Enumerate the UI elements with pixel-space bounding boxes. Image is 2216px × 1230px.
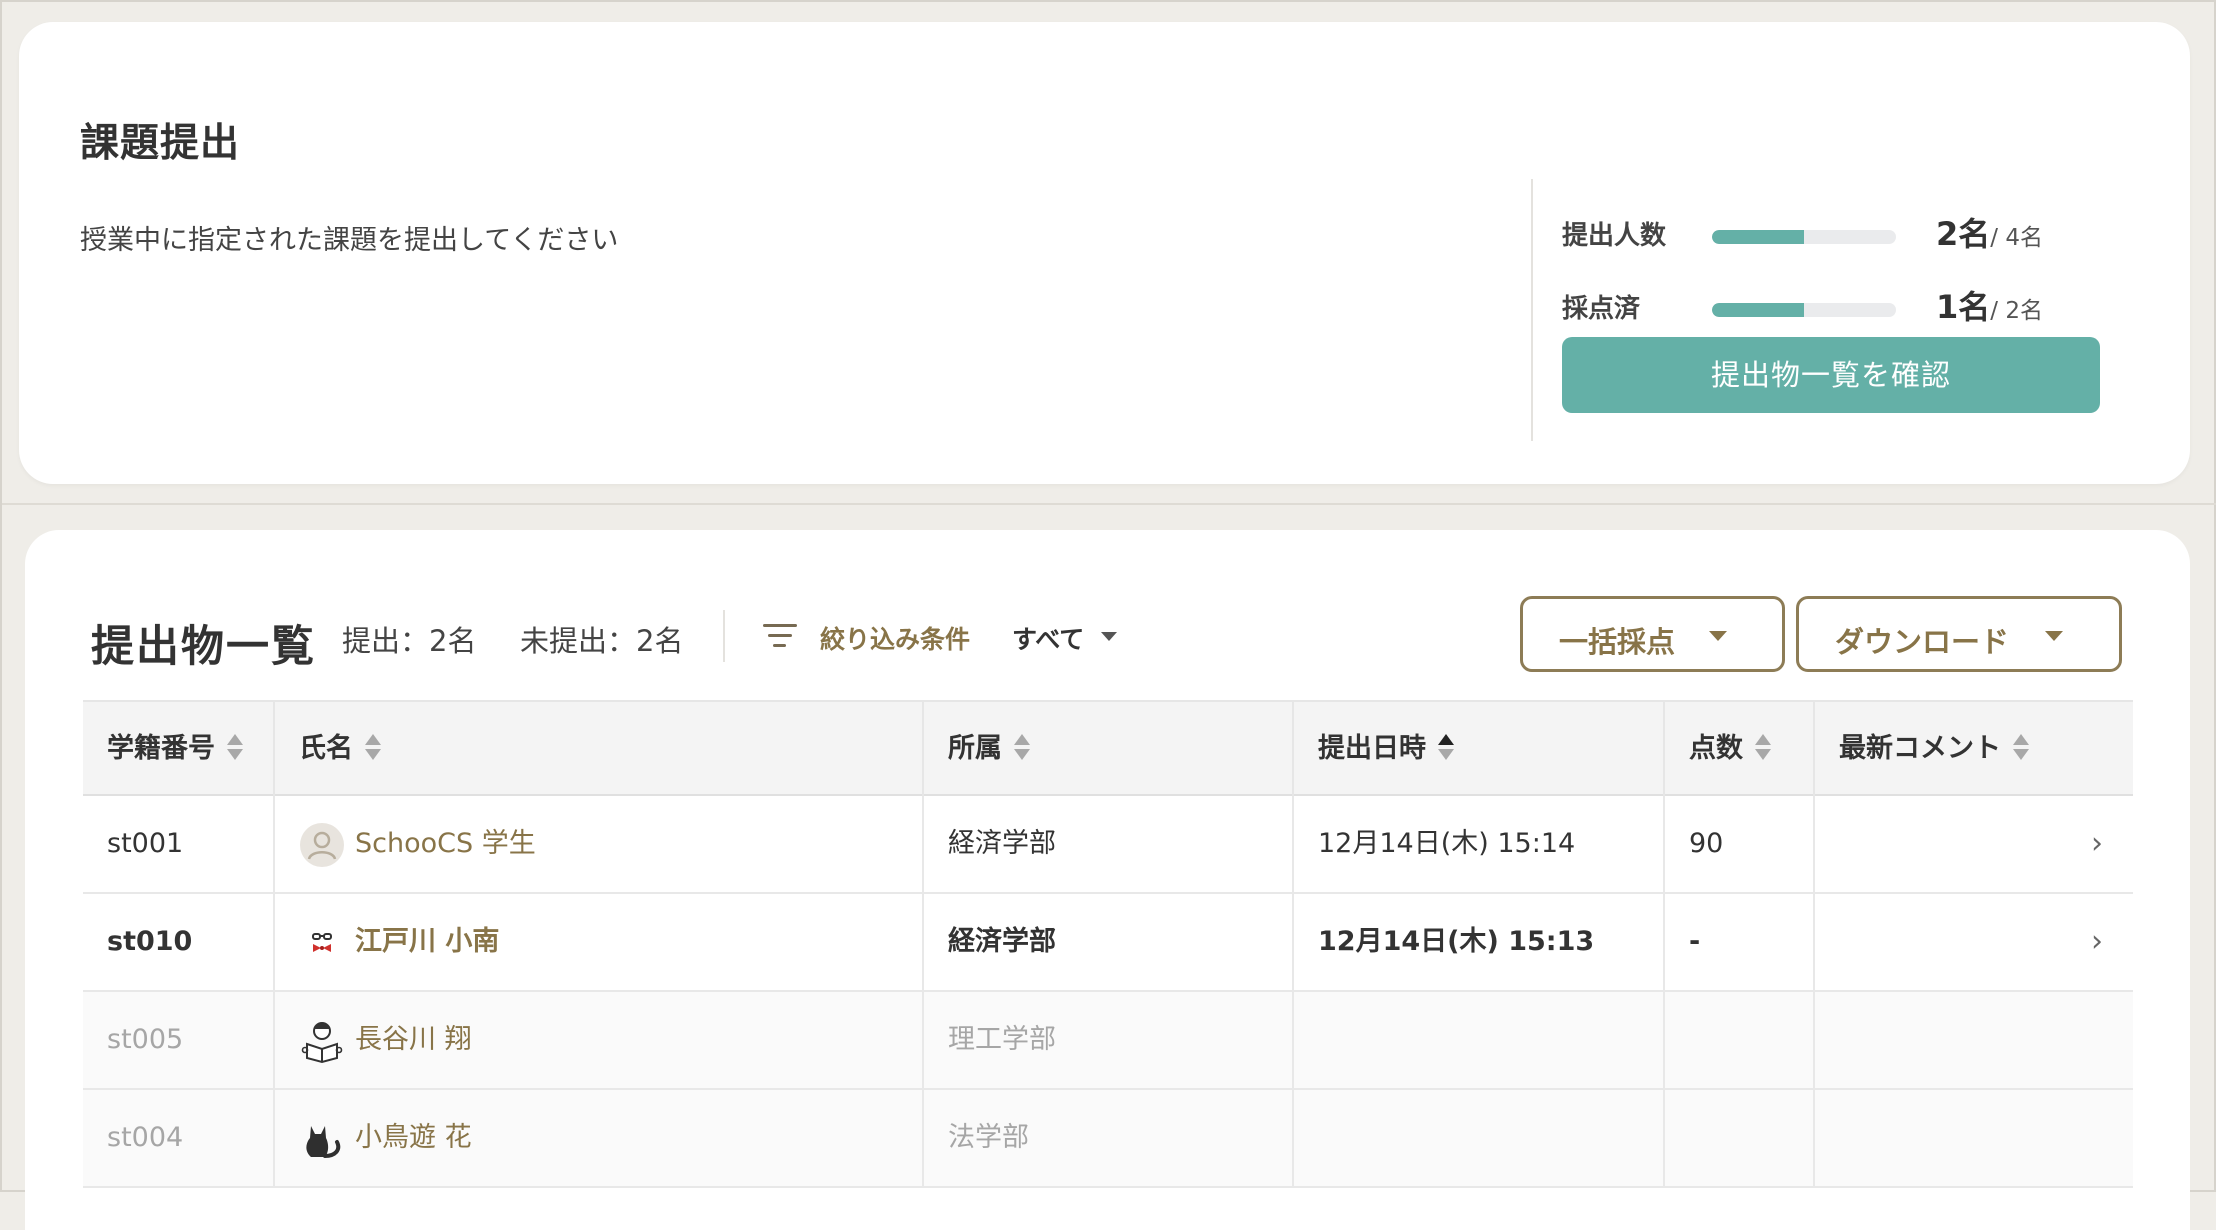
chevron-down-icon[interactable] xyxy=(1101,632,1117,641)
default-avatar-icon xyxy=(300,823,344,867)
sort-icon[interactable] xyxy=(1438,732,1456,762)
column-header-latest-comment[interactable]: 最新コメント xyxy=(1815,702,2133,796)
cell-submitted-at: 12月14日(木) 15:13 xyxy=(1294,894,1665,990)
column-label: 点数 xyxy=(1689,733,1743,764)
stat-progress-bar xyxy=(1712,303,1896,317)
stat-label: 採点済 xyxy=(1562,294,1641,324)
column-label: 提出日時 xyxy=(1318,733,1426,764)
cell-student-id: st001 xyxy=(83,796,275,892)
cell-latest-comment xyxy=(1815,1090,2133,1186)
student-name-link[interactable]: 江戸川 小南 xyxy=(355,894,499,990)
student-name-link[interactable]: 長谷川 翔 xyxy=(355,992,472,1088)
chevron-right-icon[interactable]: › xyxy=(2091,796,2103,892)
chevron-right-icon[interactable]: › xyxy=(2091,894,2103,990)
cell-submitted-at: 12月14日(木) 15:14 xyxy=(1294,796,1665,892)
header-divider xyxy=(723,610,725,662)
column-header-name[interactable]: 氏名 xyxy=(275,702,924,796)
confirm-submissions-button[interactable]: 提出物一覧を確認 xyxy=(1562,337,2100,413)
table-header: 学籍番号 氏名 所属 提出日時 点数 最新コメント xyxy=(83,700,2133,796)
table-row[interactable]: st010 江戸川 小南 経済学部 12月14日(木) 15:13 - › xyxy=(83,894,2133,992)
cell-student-id: st005 xyxy=(83,992,275,1088)
cell-student-id: st004 xyxy=(83,1090,275,1186)
cell-name: 小鳥遊 花 xyxy=(275,1090,924,1186)
cell-latest-comment xyxy=(1815,992,2133,1088)
bulk-grade-button[interactable]: 一括採点 xyxy=(1520,596,1785,672)
column-label: 所属 xyxy=(948,733,1002,764)
stat-graded: 採点済 1名/ 2名 xyxy=(1562,288,2062,328)
stat-count-value: 2名 xyxy=(1936,215,1991,253)
stat-count: 1名/ 2名 xyxy=(1936,282,2043,328)
submissions-title: 提出物一覧 xyxy=(91,622,316,672)
submissions-header: 提出物一覧 提出：2名 未提出：2名 絞り込み条件 すべて 一括採点 ダウンロー… xyxy=(25,530,2190,680)
stat-submitted: 提出人数 2名/ 4名 xyxy=(1562,215,2062,255)
bulk-grade-label: 一括採点 xyxy=(1559,625,1676,659)
cell-submitted-at xyxy=(1294,992,1665,1088)
sort-icon[interactable] xyxy=(365,732,383,762)
column-header-submitted-at[interactable]: 提出日時 xyxy=(1294,702,1665,796)
stat-progress-fill xyxy=(1712,230,1804,244)
download-button[interactable]: ダウンロード xyxy=(1796,596,2122,672)
cell-score: 90 xyxy=(1665,796,1815,892)
column-label: 最新コメント xyxy=(1839,733,2001,764)
download-label: ダウンロード xyxy=(1835,625,2010,659)
table-row[interactable]: st001 SchooCS 学生 経済学部 12月14日(木) 15:14 90… xyxy=(83,796,2133,894)
cell-latest-comment: › xyxy=(1815,796,2133,892)
stat-label: 提出人数 xyxy=(1562,221,1667,251)
assignment-description: 授業中に指定された課題を提出してください xyxy=(80,225,619,256)
cell-name: SchooCS 学生 xyxy=(275,796,924,892)
glasses-bowtie-avatar-icon xyxy=(312,933,332,952)
stat-progress-fill xyxy=(1712,303,1804,317)
table-row[interactable]: st005 長谷川 翔 理工学部 xyxy=(83,992,2133,1090)
cell-score xyxy=(1665,1090,1815,1186)
submissions-card: 提出物一覧 提出：2名 未提出：2名 絞り込み条件 すべて 一括採点 ダウンロー… xyxy=(25,530,2190,1230)
sort-icon[interactable] xyxy=(1014,732,1032,762)
cell-score xyxy=(1665,992,1815,1088)
stat-count-total: / 2名 xyxy=(1990,298,2043,324)
column-header-student-id[interactable]: 学籍番号 xyxy=(83,702,275,796)
stat-progress-bar xyxy=(1712,230,1896,244)
reading-person-avatar-icon xyxy=(301,1022,343,1064)
column-header-score[interactable]: 点数 xyxy=(1665,702,1815,796)
cell-name: 江戸川 小南 xyxy=(275,894,924,990)
stat-count-total: / 4名 xyxy=(1990,225,2043,251)
cell-department: 経済学部 xyxy=(924,796,1294,892)
student-name-link[interactable]: SchooCS 学生 xyxy=(355,796,536,892)
filter-conditions-link[interactable]: 絞り込み条件 xyxy=(820,620,970,656)
cell-submitted-at xyxy=(1294,1090,1665,1186)
column-header-department[interactable]: 所属 xyxy=(924,702,1294,796)
student-name-link[interactable]: 小鳥遊 花 xyxy=(355,1090,472,1186)
table-row[interactable]: st004 小鳥遊 花 法学部 xyxy=(83,1090,2133,1188)
chevron-down-icon xyxy=(1709,631,1727,641)
filter-value-select[interactable]: すべて xyxy=(1012,620,1084,656)
cell-name: 長谷川 翔 xyxy=(275,992,924,1088)
assignment-title: 課題提出 xyxy=(80,121,241,166)
submitted-count: 提出：2名 xyxy=(342,624,477,658)
cell-student-id: st010 xyxy=(83,894,275,990)
assignment-card: 課題提出 授業中に指定された課題を提出してください 提出人数 2名/ 4名 採点… xyxy=(19,22,2190,484)
section-separator xyxy=(2,503,2216,505)
stat-count: 2名/ 4名 xyxy=(1936,209,2043,255)
stat-count-value: 1名 xyxy=(1936,288,1991,326)
chevron-down-icon xyxy=(2045,631,2063,641)
cat-avatar-icon xyxy=(306,1126,341,1158)
summary-divider xyxy=(1531,179,1533,441)
sort-icon[interactable] xyxy=(1755,732,1773,762)
cell-latest-comment: › xyxy=(1815,894,2133,990)
filter-icon[interactable] xyxy=(763,622,799,650)
app-frame: 課題提出 授業中に指定された課題を提出してください 提出人数 2名/ 4名 採点… xyxy=(0,0,2216,1230)
column-label: 学籍番号 xyxy=(107,733,215,764)
cell-department: 法学部 xyxy=(924,1090,1294,1186)
cell-department: 経済学部 xyxy=(924,894,1294,990)
sort-icon[interactable] xyxy=(2013,732,2031,762)
unsubmitted-count: 未提出：2名 xyxy=(520,624,684,658)
column-label: 氏名 xyxy=(299,733,353,764)
sort-icon[interactable] xyxy=(227,732,245,762)
cell-department: 理工学部 xyxy=(924,992,1294,1088)
cell-score: - xyxy=(1665,894,1815,990)
